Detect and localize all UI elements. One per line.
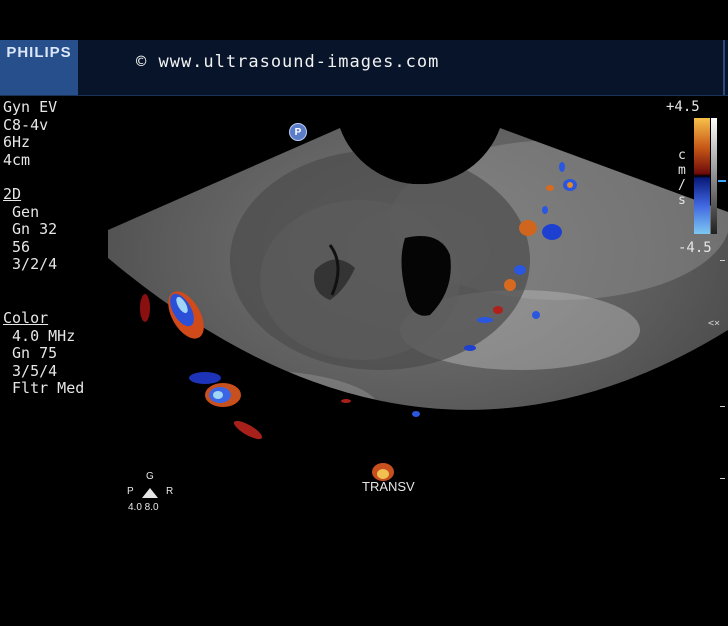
mode-2d-line: Gn 32	[3, 220, 58, 238]
orientation-right: R	[166, 486, 174, 497]
orientation-left: P	[127, 486, 134, 497]
mode-color-line: 3/5/4	[3, 361, 58, 380]
baseline-marker	[718, 180, 726, 182]
depth-tick	[720, 260, 725, 261]
color-scale-max: +4.5	[666, 99, 700, 115]
triangle-icon	[142, 488, 158, 498]
probe-orientation-icon: P	[289, 123, 307, 141]
mode-2d-info: 2D Gen Gn 32 56 3/2/4	[3, 185, 58, 274]
mode-2d-line: 56	[3, 237, 31, 256]
header-edge	[723, 40, 725, 95]
color-scale-min: -4.5	[678, 240, 712, 256]
color-scale-unit: c m / s	[678, 148, 686, 208]
mode-color-title: Color	[3, 309, 49, 327]
mode-color-info: Color 4.0 MHz Gn 75 3/5/4 Fltr Med	[3, 309, 85, 398]
mode-color-line: Gn 75	[3, 344, 58, 362]
orientation-scale: 4.0 8.0	[128, 502, 159, 513]
preset-label: Gyn EV	[3, 98, 58, 116]
frame-rate-label: 6Hz	[3, 133, 31, 151]
depth-label: 4cm	[3, 150, 31, 169]
grayscale-bar	[711, 118, 717, 234]
mode-color-line: Fltr Med	[3, 379, 85, 397]
orientation-top: G	[146, 471, 154, 482]
mode-2d-line: Gen	[3, 202, 40, 221]
mode-2d-line: 3/2/4	[3, 255, 58, 273]
plane-label: TRANSV	[362, 479, 415, 494]
header-bar: PHILIPS © www.ultrasound-images.com	[0, 40, 728, 96]
copyright-text: © www.ultrasound-images.com	[136, 52, 440, 72]
mode-color-line: 4.0 MHz	[3, 326, 76, 345]
transducer-label: C8-4v	[3, 115, 49, 134]
depth-tick	[720, 406, 725, 407]
mode-2d-title: 2D	[3, 185, 22, 203]
focus-marker-icon: <×	[708, 318, 721, 329]
probe-info: Gyn EV C8-4v 6Hz 4cm	[3, 98, 58, 169]
color-velocity-bar	[694, 118, 710, 234]
orientation-indicator: G P R 4.0 8.0	[122, 471, 182, 517]
brand-logo: PHILIPS	[0, 40, 78, 95]
depth-tick	[720, 478, 725, 479]
